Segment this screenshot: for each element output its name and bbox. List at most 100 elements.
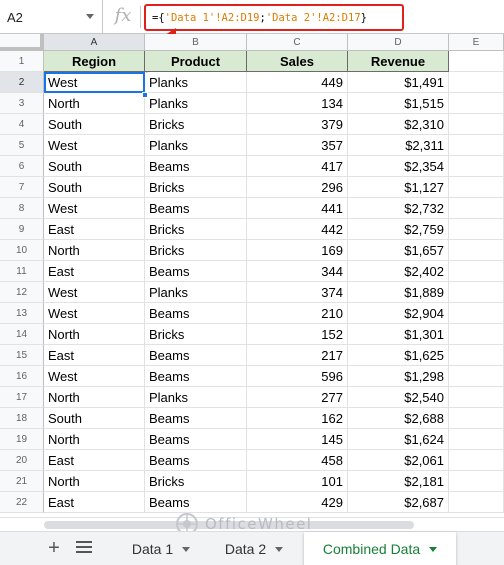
list-icon[interactable] <box>76 541 92 555</box>
empty-cell[interactable] <box>449 408 504 429</box>
row-header[interactable]: 1 <box>0 51 44 72</box>
chevron-down-icon[interactable] <box>429 546 438 552</box>
sales-cell[interactable]: 442 <box>247 219 348 240</box>
row-header[interactable]: 20 <box>0 450 44 471</box>
region-cell[interactable]: East <box>44 219 145 240</box>
sales-cell[interactable]: 152 <box>247 324 348 345</box>
product-cell[interactable]: Bricks <box>145 177 247 198</box>
row-header[interactable]: 19 <box>0 429 44 450</box>
empty-cell[interactable] <box>449 156 504 177</box>
empty-cell[interactable] <box>449 492 504 513</box>
region-cell[interactable]: West <box>44 198 145 219</box>
plus-icon[interactable]: + <box>44 538 64 558</box>
row-header[interactable]: 10 <box>0 240 44 261</box>
sales-cell[interactable]: 145 <box>247 429 348 450</box>
sales-cell[interactable]: 277 <box>247 387 348 408</box>
empty-cell[interactable] <box>449 135 504 156</box>
revenue-cell[interactable]: $2,061 <box>348 450 449 471</box>
revenue-cell[interactable]: $1,625 <box>348 345 449 366</box>
revenue-cell[interactable]: $1,301 <box>348 324 449 345</box>
revenue-cell[interactable]: $1,657 <box>348 240 449 261</box>
revenue-cell[interactable]: $2,402 <box>348 261 449 282</box>
column-header-a[interactable]: A <box>44 34 145 51</box>
empty-cell[interactable] <box>449 387 504 408</box>
row-header[interactable]: 11 <box>0 261 44 282</box>
row-header[interactable]: 17 <box>0 387 44 408</box>
row-header[interactable]: 18 <box>0 408 44 429</box>
region-cell[interactable]: South <box>44 156 145 177</box>
region-cell[interactable]: North <box>44 240 145 261</box>
revenue-cell[interactable]: $2,688 <box>348 408 449 429</box>
region-cell[interactable]: North <box>44 471 145 492</box>
product-cell[interactable]: Planks <box>145 282 247 303</box>
revenue-cell[interactable]: $2,354 <box>348 156 449 177</box>
empty-cell[interactable] <box>449 261 504 282</box>
sales-cell[interactable]: 449 <box>247 72 348 93</box>
row-header[interactable]: 21 <box>0 471 44 492</box>
product-cell[interactable]: Bricks <box>145 471 247 492</box>
product-cell[interactable]: Beams <box>145 345 247 366</box>
sales-cell[interactable]: 296 <box>247 177 348 198</box>
sales-cell[interactable]: 169 <box>247 240 348 261</box>
product-cell[interactable]: Beams <box>145 408 247 429</box>
product-cell[interactable]: Planks <box>145 135 247 156</box>
revenue-cell[interactable]: $2,310 <box>348 114 449 135</box>
empty-cell[interactable] <box>449 324 504 345</box>
row-header[interactable]: 12 <box>0 282 44 303</box>
empty-cell[interactable] <box>449 282 504 303</box>
sales-cell[interactable]: 357 <box>247 135 348 156</box>
region-cell[interactable]: East <box>44 345 145 366</box>
product-cell[interactable]: Beams <box>145 156 247 177</box>
chevron-down-icon[interactable] <box>86 14 94 19</box>
chevron-down-icon[interactable] <box>275 546 284 552</box>
empty-cell[interactable] <box>449 366 504 387</box>
header-cell-revenue[interactable]: Revenue <box>348 51 449 72</box>
product-cell[interactable]: Beams <box>145 303 247 324</box>
row-header[interactable]: 13 <box>0 303 44 324</box>
row-header[interactable]: 4 <box>0 114 44 135</box>
empty-cell[interactable] <box>449 114 504 135</box>
revenue-cell[interactable]: $2,687 <box>348 492 449 513</box>
name-box[interactable]: A2 <box>0 0 103 34</box>
empty-cell[interactable] <box>449 219 504 240</box>
row-header[interactable]: 5 <box>0 135 44 156</box>
empty-cell[interactable] <box>449 93 504 114</box>
region-cell[interactable]: North <box>44 324 145 345</box>
sales-cell[interactable]: 344 <box>247 261 348 282</box>
sales-cell[interactable]: 429 <box>247 492 348 513</box>
region-cell[interactable]: East <box>44 261 145 282</box>
region-cell[interactable]: North <box>44 93 145 114</box>
region-cell[interactable]: South <box>44 408 145 429</box>
region-cell[interactable]: East <box>44 492 145 513</box>
revenue-cell[interactable]: $2,540 <box>348 387 449 408</box>
region-cell[interactable]: East <box>44 450 145 471</box>
sales-cell[interactable]: 596 <box>247 366 348 387</box>
empty-cell[interactable] <box>449 240 504 261</box>
region-cell[interactable]: South <box>44 177 145 198</box>
column-header-b[interactable]: B <box>145 34 247 51</box>
row-header[interactable]: 6 <box>0 156 44 177</box>
product-cell[interactable]: Bricks <box>145 324 247 345</box>
product-cell[interactable]: Beams <box>145 450 247 471</box>
sales-cell[interactable]: 217 <box>247 345 348 366</box>
region-cell[interactable]: North <box>44 387 145 408</box>
product-cell[interactable]: Bricks <box>145 114 247 135</box>
empty-cell[interactable] <box>449 303 504 324</box>
sales-cell[interactable]: 379 <box>247 114 348 135</box>
sales-cell[interactable]: 458 <box>247 450 348 471</box>
select-all-corner[interactable] <box>0 34 44 51</box>
sales-cell[interactable]: 374 <box>247 282 348 303</box>
row-header[interactable]: 8 <box>0 198 44 219</box>
row-header[interactable]: 2 <box>0 72 44 93</box>
revenue-cell[interactable]: $1,889 <box>348 282 449 303</box>
region-cell[interactable]: West <box>44 72 145 93</box>
product-cell[interactable]: Planks <box>145 93 247 114</box>
product-cell[interactable]: Planks <box>145 72 247 93</box>
row-header[interactable]: 16 <box>0 366 44 387</box>
product-cell[interactable]: Beams <box>145 198 247 219</box>
empty-cell[interactable] <box>449 429 504 450</box>
sales-cell[interactable]: 162 <box>247 408 348 429</box>
row-header[interactable]: 9 <box>0 219 44 240</box>
product-cell[interactable]: Bricks <box>145 240 247 261</box>
sales-cell[interactable]: 441 <box>247 198 348 219</box>
